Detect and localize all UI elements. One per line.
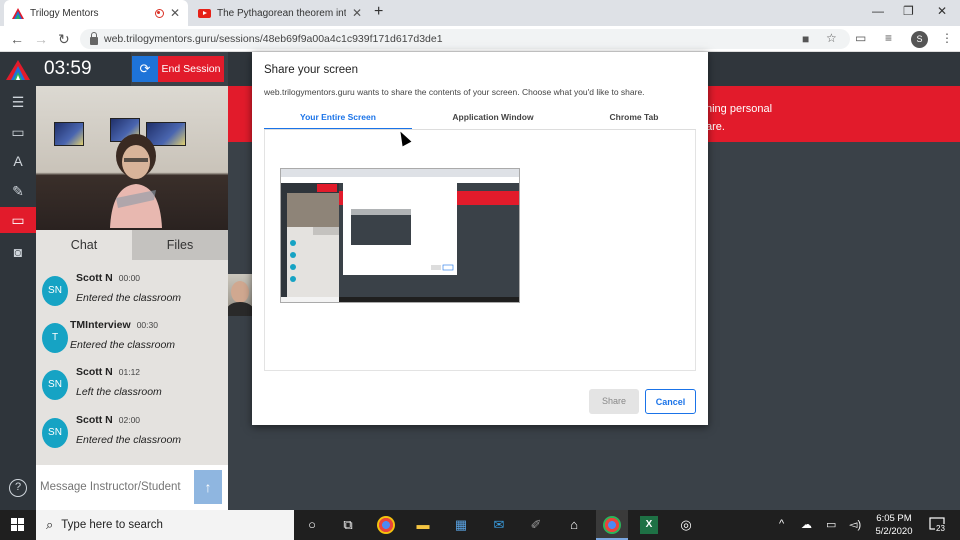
session-timer: 03:59	[36, 52, 131, 86]
tab-trilogy-mentors[interactable]: Trilogy Mentors ✕	[4, 0, 188, 26]
send-button[interactable]: ↑	[194, 470, 222, 504]
left-rail	[0, 52, 36, 510]
tab-title: Trilogy Mentors	[30, 7, 99, 19]
recording-icon	[154, 8, 164, 18]
avatar: SN	[42, 370, 68, 400]
store-icon[interactable]: ▦	[452, 516, 470, 534]
cancel-button[interactable]: Cancel	[645, 389, 696, 414]
tab-title: The Pythagorean theorem intro |	[217, 7, 346, 19]
chrome-icon[interactable]	[377, 516, 395, 534]
share-button[interactable]: Share	[589, 389, 639, 414]
menu-icon[interactable]: ☰	[10, 94, 26, 110]
message-time: 02:00	[118, 415, 141, 425]
chat-message: SN Scott N 01:12 Left the classroom	[36, 364, 228, 410]
screen-preview-image	[281, 169, 519, 302]
chat-message: SN Scott N 00:00 Entered the classroom	[36, 270, 228, 316]
notification-count: 23	[935, 524, 946, 533]
video-camera-icon[interactable]: ▭	[10, 124, 26, 140]
snapshot-camera-icon[interactable]: ◙	[10, 244, 26, 260]
obs-icon[interactable]: ◎	[677, 516, 695, 534]
tab-files[interactable]: Files	[132, 230, 228, 260]
chat-message: T TMInterview 00:30 Entered the classroom	[36, 317, 228, 363]
onedrive-icon[interactable]: ☁	[801, 518, 812, 531]
message-author: Scott N 01:12	[76, 366, 141, 378]
screen-share-icon[interactable]: ▭	[0, 207, 36, 233]
tab-chat[interactable]: Chat	[36, 230, 132, 260]
battery-icon[interactable]: ▭	[826, 518, 836, 531]
dialog-subtitle: web.trilogymentors.guru wants to share t…	[264, 87, 645, 97]
url-text: web.trilogymentors.guru/sessions/48eb69f…	[104, 33, 443, 45]
message-time: 01:12	[118, 367, 141, 377]
cast-icon[interactable]: ▭	[855, 32, 866, 44]
tab-application-window[interactable]: Application Window	[419, 112, 567, 130]
system-clock[interactable]: 6:05 PM 5/2/2020	[868, 512, 920, 538]
message-time: 00:00	[118, 273, 141, 283]
taskbar-search[interactable]: ⌕ Type here to search	[36, 510, 294, 540]
message-input[interactable]	[40, 473, 196, 501]
message-author: TMInterview 00:30	[70, 319, 158, 331]
search-icon: ⌕	[46, 517, 54, 532]
message-time: 00:30	[136, 320, 158, 330]
minimize-icon[interactable]: —	[872, 4, 884, 18]
media-icon[interactable]: ≡	[885, 32, 892, 44]
home-icon[interactable]: ⌂	[565, 516, 583, 534]
dialog-title: Share your screen	[264, 64, 358, 76]
sync-button[interactable]: ⟳	[132, 56, 158, 82]
mail-icon[interactable]: ✉	[490, 516, 508, 534]
camera-icon[interactable]: ■	[802, 33, 809, 45]
lock-icon	[90, 31, 98, 45]
avatar: T	[42, 323, 68, 353]
notice-text: ning personal are.	[706, 103, 773, 133]
restore-icon[interactable]: ❐	[903, 4, 914, 18]
tab-chrome-tab[interactable]: Chrome Tab	[560, 112, 708, 130]
profile-avatar[interactable]: S	[911, 31, 928, 48]
message-text: Entered the classroom	[70, 339, 176, 351]
bookmark-star-icon[interactable]: ☆	[826, 32, 837, 44]
search-placeholder: Type here to search	[61, 519, 163, 531]
windows-start-icon[interactable]	[11, 518, 25, 532]
end-session-button[interactable]: End Session	[158, 56, 224, 82]
text-tool-icon[interactable]: A	[10, 153, 26, 169]
message-author: Scott N 02:00	[76, 414, 141, 426]
reload-icon[interactable]: ↻	[58, 32, 70, 46]
youtube-icon	[198, 8, 211, 18]
notification-center-icon[interactable]: 23	[929, 516, 947, 534]
new-tab-button[interactable]: +	[374, 4, 383, 20]
message-text: Entered the classroom	[76, 292, 182, 304]
instructor-person	[110, 134, 162, 228]
message-author: Scott N 00:00	[76, 272, 141, 284]
excel-icon[interactable]: X	[640, 516, 658, 534]
screen: { "browser": { "tabs": [ {"title": "Tril…	[0, 0, 960, 540]
forward-icon[interactable]: →	[34, 32, 48, 46]
message-text: Left the classroom	[76, 386, 162, 398]
tab-entire-screen[interactable]: Your Entire Screen	[264, 112, 412, 130]
task-view-icon[interactable]: ⧉	[339, 516, 357, 534]
pencil-icon[interactable]: ✎	[10, 183, 26, 199]
pen-icon[interactable]: ✐	[527, 516, 545, 534]
message-text: Entered the classroom	[76, 434, 182, 446]
back-icon[interactable]: ←	[10, 32, 24, 46]
close-window-icon[interactable]: ✕	[937, 4, 947, 18]
chat-message: SN Scott N 02:00 Entered the classroom	[36, 412, 228, 458]
tab-pythagorean-video[interactable]: The Pythagorean theorem intro | ✕	[190, 0, 370, 26]
close-tab-icon[interactable]: ✕	[352, 6, 362, 20]
instructor-video	[36, 86, 264, 316]
help-icon[interactable]: ?	[9, 479, 27, 497]
trilogy-logo-icon	[6, 60, 30, 80]
file-explorer-icon[interactable]: ▬	[414, 516, 432, 534]
wall-painting	[54, 122, 84, 146]
chrome-icon[interactable]	[603, 516, 621, 534]
trilogy-logo-icon	[12, 7, 24, 19]
menu-dots-icon[interactable]: ⋮	[941, 32, 953, 44]
avatar: SN	[42, 276, 68, 306]
close-tab-icon[interactable]: ✕	[170, 6, 180, 20]
volume-icon[interactable]: ◅)	[849, 518, 861, 531]
tray-chevron-icon[interactable]: ^	[779, 518, 784, 530]
url-field[interactable]: web.trilogymentors.guru/sessions/48eb69f…	[80, 29, 850, 49]
avatar: SN	[42, 418, 68, 448]
cortana-icon[interactable]: ○	[303, 516, 321, 534]
screen-thumbnail[interactable]	[280, 168, 520, 303]
